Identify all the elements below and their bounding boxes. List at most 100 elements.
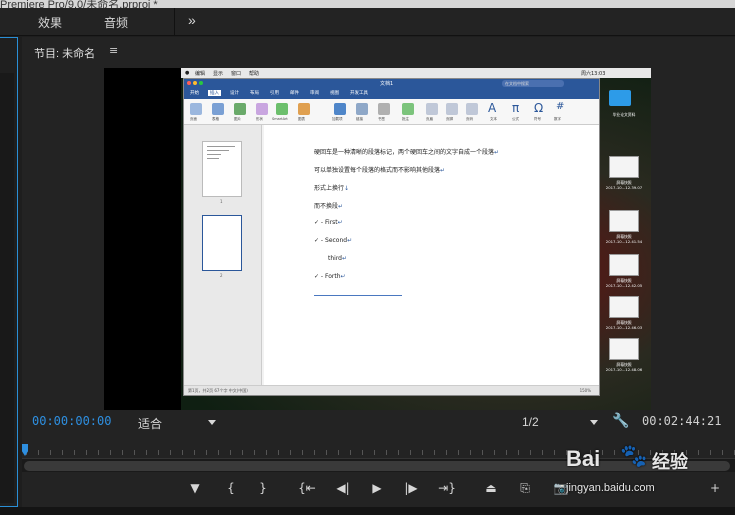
ribbon-label: SmartArt [272,117,288,121]
watermark: Bai 🐾 经验 jingyan.baidu.com [566,442,735,502]
desktop-file-label: 屏幕快照 2017-10...12.46.03 [605,320,643,330]
left-panel-content [0,73,14,503]
desktop-folder-label: 毕业论文资料 [612,112,636,117]
ribbon-label: 链接 [356,117,363,121]
ribbon-label: 页面 [190,117,197,121]
ribbon-tab-references: 引用 [270,91,279,96]
ruler-tick [494,450,495,455]
table-icon [212,103,224,115]
left-panel[interactable] [0,37,18,507]
ribbon-label: 页眉 [426,117,433,121]
go-to-out-button[interactable]: ⇥} [438,479,456,497]
extract-button[interactable]: ⎘ [516,479,534,497]
ruler-tick [86,450,87,455]
panel-tab-bar: 效果 音频 » [0,8,735,36]
ribbon-label: 文本 [490,117,497,121]
doc-line: ✓ - Forth↵ [314,273,346,280]
ruler-tick [458,450,459,455]
step-forward-button[interactable]: |▶ [402,479,420,497]
word-ribbon-tabs: 开始 插入 设计 布局 引用 邮件 审阅 视图 开发工具 [184,89,599,99]
lift-button[interactable]: ⏏ [482,479,500,497]
screenshot-file-icon [609,296,639,318]
folder-icon [609,90,631,106]
desktop-file-label: 屏幕快照 2017-10...12.41.54 [605,234,643,244]
ruler-tick [218,450,219,455]
ruler-tick [386,450,387,455]
page-thumbnail [202,215,242,271]
page-number-label: 1 [220,199,223,204]
chart-icon [298,103,310,115]
step-back-button[interactable]: ◀| [334,479,352,497]
picture-icon [234,103,246,115]
ruler-tick [50,450,51,455]
window-title: Premiere Pro/9.0/未命名.prproj * [0,0,158,8]
header-icon [426,103,438,115]
doc-line: ✓ - Second↵ [314,237,353,244]
ruler-tick [398,450,399,455]
doc-line: 可以单独设置每个段落的格式而不影响其他段落↵ [314,167,446,174]
wrench-icon[interactable]: 🔧 [612,413,629,429]
ribbon-tab-mailings: 邮件 [290,91,299,96]
ribbon-label: 页脚 [446,117,453,121]
doc-line: 形式上换行↓ [314,185,350,192]
tab-effects[interactable]: 效果 [38,14,62,31]
ruler-tick [482,450,483,455]
mac-menubar: ● 编辑 显示 窗口 帮助 周六13:03 [181,68,651,78]
ruler-tick [362,450,363,455]
ruler-tick [206,450,207,455]
ribbon-tab-developer: 开发工具 [350,91,368,96]
screenshot-file-icon [609,210,639,232]
ruler-tick [470,450,471,455]
chevron-down-icon [590,420,598,425]
ruler-tick [374,450,375,455]
doc-line: 硬回车是一种清晰的段落标记，两个硬回车之间的文字自成一个段落↵ [314,149,500,156]
ruler-tick [98,450,99,455]
add-marker-button[interactable]: ▼ [186,479,204,497]
tab-audio[interactable]: 音频 [104,14,128,31]
ruler-tick [434,450,435,455]
ruler-tick [254,450,255,455]
panel-menu-icon[interactable]: ≡ [109,44,118,57]
paw-icon: 🐾 [620,444,648,469]
menu-help: 帮助 [249,71,260,77]
chevron-down-icon [208,420,216,425]
doc-line: third↵ [328,255,348,262]
word-doc-title: 文档1 [380,81,394,87]
desktop-file-label: 屏幕快照 2017-10...12.48.06 [605,362,643,372]
ribbon-tab-home: 开始 [190,91,199,96]
ruler-tick [278,450,279,455]
ruler-tick [446,450,447,455]
ruler-tick [290,450,291,455]
ruler-tick [518,450,519,455]
ruler-tick [302,450,303,455]
smartart-icon [276,103,288,115]
word-search-input: 在文档中搜索 [502,80,564,87]
mark-out-button[interactable]: } [254,479,272,497]
playback-resolution-select[interactable]: 1/2 [516,414,602,432]
page-number-icon [466,103,478,115]
ruler-tick [350,450,351,455]
ribbon-label: 数字 [554,117,561,121]
go-to-in-button[interactable]: {⇤ [298,479,316,497]
play-button[interactable]: ▶ [368,479,386,497]
ruler-tick [62,450,63,455]
equation-icon: π [512,101,520,115]
more-tabs-icon[interactable]: » [188,12,196,28]
ruler-tick [182,450,183,455]
screenshot-file-icon [609,156,639,178]
playhead-timecode[interactable]: 00:00:00:00 [32,414,111,428]
shapes-icon [256,103,268,115]
bottom-edge [0,507,735,515]
ruler-tick [410,450,411,455]
duration-timecode: 00:02:44:21 [642,414,722,428]
text-icon: A [488,101,497,115]
zoom-fit-select[interactable]: 适合 [132,414,220,432]
ruler-tick [230,450,231,455]
ruler-tick [314,450,315,455]
ribbon-tab-view: 视图 [330,91,339,96]
video-frame[interactable]: ● 编辑 显示 窗口 帮助 周六13:03 文档1 在文档中搜索 开始 插入 设… [104,68,651,410]
ruler-tick [506,450,507,455]
screenshot-file-icon [609,338,639,360]
mark-in-button[interactable]: { [222,479,240,497]
apple-icon: ● [185,70,190,76]
